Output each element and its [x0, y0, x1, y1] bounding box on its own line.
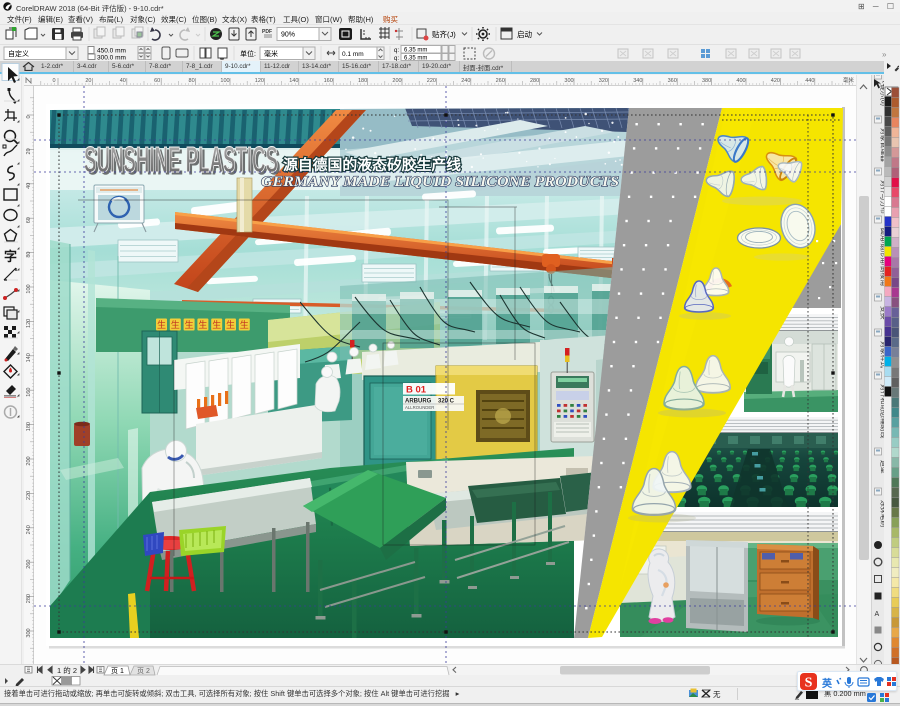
svg-text:生: 生: [157, 319, 166, 330]
svg-text:220: 220: [26, 491, 32, 500]
svg-text:40: 40: [120, 78, 126, 84]
svg-text:420: 420: [771, 78, 780, 84]
svg-text:160: 160: [26, 388, 32, 397]
svg-text:B 01: B 01: [406, 385, 427, 396]
svg-text:140: 140: [26, 353, 32, 362]
svg-text:生: 生: [212, 319, 221, 330]
svg-text:源自德国的液态矽胶生产线: 源自德国的液态矽胶生产线: [283, 156, 462, 174]
svg-text:180: 180: [358, 78, 367, 84]
svg-text:1 的 2: 1 的 2: [57, 665, 77, 675]
svg-text:PDF: PDF: [262, 29, 272, 35]
svg-text:220: 220: [427, 78, 436, 84]
svg-text:160: 160: [324, 78, 333, 84]
svg-text:200: 200: [392, 78, 401, 84]
svg-text:生: 生: [226, 319, 235, 330]
svg-text:440: 440: [805, 78, 814, 84]
svg-text:ALLROUNDER: ALLROUNDER: [405, 405, 434, 410]
svg-text:q:: q:: [394, 48, 399, 54]
svg-text:单位:: 单位:: [240, 49, 256, 58]
svg-text:100: 100: [26, 284, 32, 293]
svg-text:200: 200: [26, 456, 32, 465]
svg-text:80: 80: [189, 78, 195, 84]
svg-text:20: 20: [26, 148, 32, 154]
svg-text:A: A: [875, 611, 880, 618]
svg-text:120: 120: [255, 78, 264, 84]
svg-text:450.0 mm: 450.0 mm: [97, 48, 126, 55]
svg-text:180: 180: [26, 422, 32, 431]
svg-text:140: 140: [289, 78, 298, 84]
svg-text:生: 生: [185, 319, 194, 330]
svg-text:页 1: 页 1: [111, 667, 124, 675]
svg-text:SUNSHINE PLASTICS: SUNSHINE PLASTICS: [84, 139, 278, 180]
svg-text:260: 260: [496, 78, 505, 84]
svg-text:20: 20: [85, 78, 91, 84]
svg-text:80: 80: [26, 252, 32, 258]
svg-text:0: 0: [26, 115, 32, 118]
svg-text:320: 320: [599, 78, 608, 84]
svg-text:6.35 mm: 6.35 mm: [404, 48, 427, 54]
svg-text:无: 无: [713, 690, 721, 699]
svg-text:毫米: 毫米: [843, 76, 855, 84]
svg-text:GERMANY MADE LIQUID SILICONE P: GERMANY MADE LIQUID SILICONE PRODUCTS: [261, 174, 619, 190]
svg-text:0: 0: [52, 78, 55, 84]
svg-text:40: 40: [26, 183, 32, 189]
svg-text:300: 300: [564, 78, 573, 84]
svg-text:400: 400: [736, 78, 745, 84]
svg-text:60: 60: [26, 217, 32, 223]
svg-text:页 2: 页 2: [137, 667, 150, 675]
svg-text:S: S: [805, 676, 813, 691]
svg-text:ARBURG: ARBURG: [405, 399, 432, 405]
svg-text:生: 生: [198, 319, 207, 330]
svg-text:380: 380: [702, 78, 711, 84]
svg-text:100: 100: [220, 78, 229, 84]
svg-text:280: 280: [530, 78, 539, 84]
svg-text:毫米: 毫米: [264, 49, 278, 58]
svg-text:生: 生: [240, 319, 249, 330]
svg-text:字: 字: [4, 249, 17, 264]
svg-text:贴齐(J): 贴齐(J): [432, 29, 456, 39]
svg-text:生: 生: [171, 319, 180, 330]
svg-text:360: 360: [668, 78, 677, 84]
svg-text:英: 英: [821, 677, 833, 690]
svg-text:60: 60: [154, 78, 160, 84]
svg-text:340: 340: [633, 78, 642, 84]
svg-text:240: 240: [26, 525, 32, 534]
svg-text:0.1 mm: 0.1 mm: [342, 51, 364, 58]
svg-text:240: 240: [461, 78, 470, 84]
svg-text:280: 280: [26, 594, 32, 603]
svg-text:启动: 启动: [517, 29, 532, 39]
svg-text:260: 260: [26, 560, 32, 569]
svg-text:自定义: 自定义: [8, 49, 29, 58]
svg-text:120: 120: [26, 319, 32, 328]
svg-text:300: 300: [26, 628, 32, 637]
svg-text:90%: 90%: [281, 32, 295, 39]
